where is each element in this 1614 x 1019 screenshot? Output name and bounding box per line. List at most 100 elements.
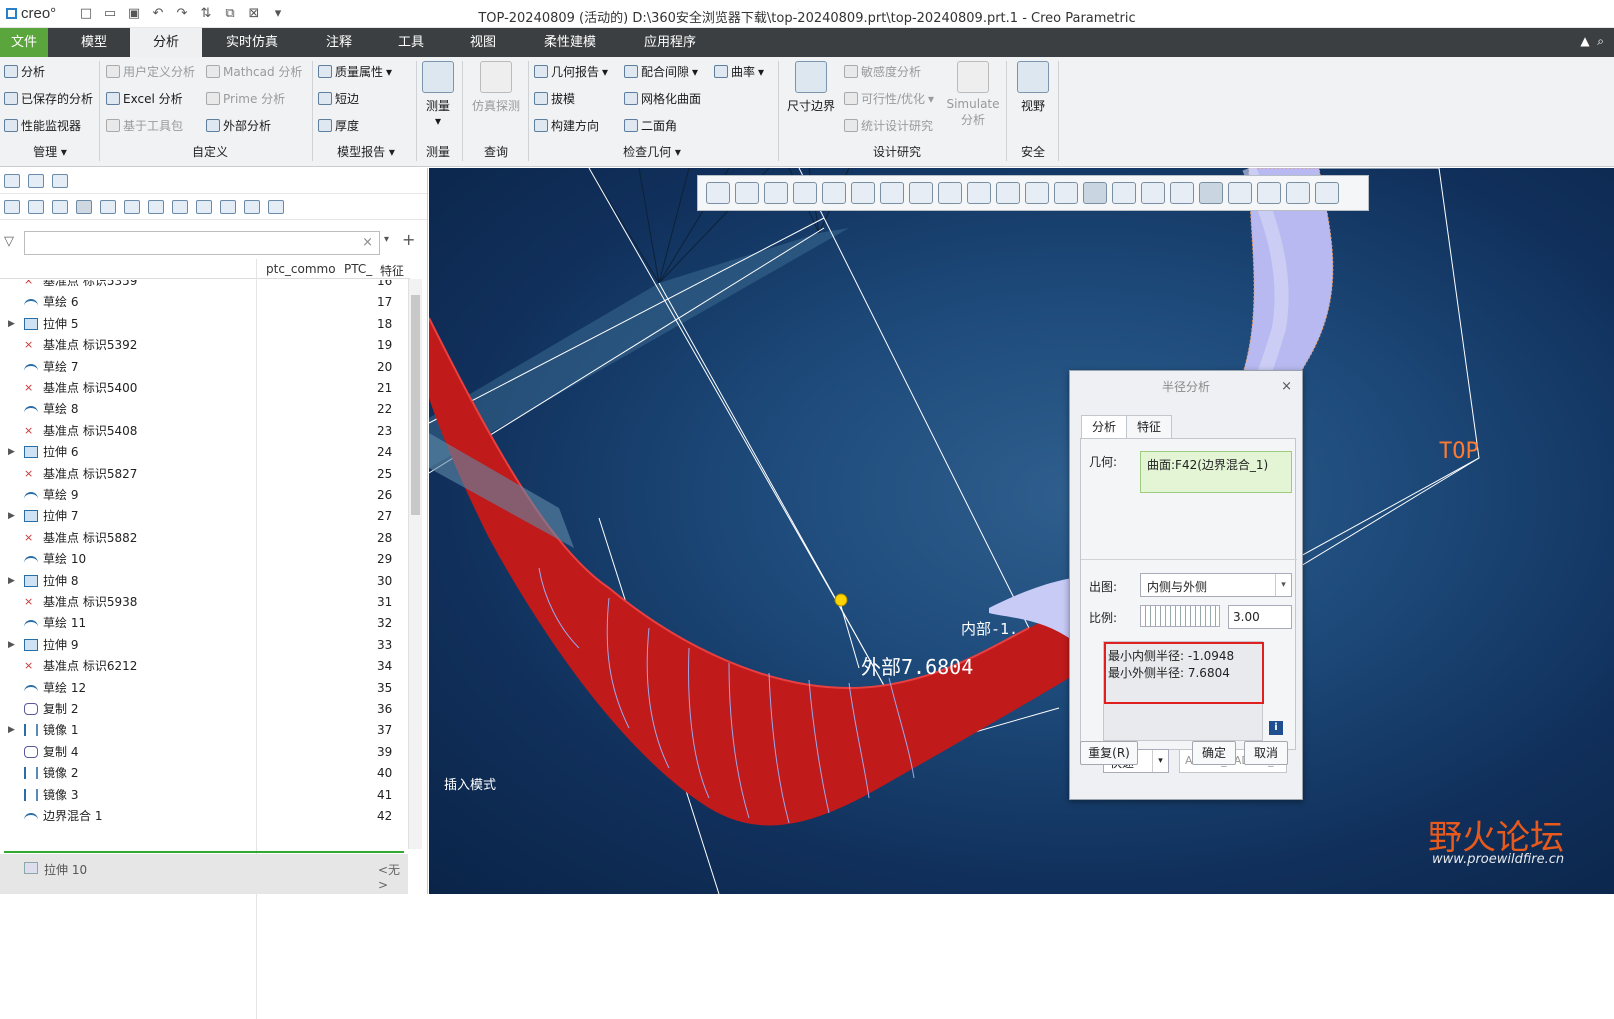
- datum-plane-icon[interactable]: [1083, 182, 1107, 204]
- tab-tools[interactable]: 工具: [376, 28, 446, 57]
- tree-row[interactable]: 草绘 10 29: [0, 548, 408, 570]
- feasibility-button[interactable]: 可行性/优化 ▾: [844, 90, 934, 107]
- tab-analysis[interactable]: 分析: [1081, 415, 1128, 439]
- datum-point-icon[interactable]: [1054, 182, 1078, 204]
- expand-icon[interactable]: ▶: [8, 719, 15, 741]
- zoom-out-icon[interactable]: [764, 182, 788, 204]
- display-style-icon[interactable]: [822, 182, 846, 204]
- tree-columns-icon[interactable]: [76, 199, 92, 214]
- tree-row[interactable]: ▶ 拉伸 5 18: [0, 313, 408, 335]
- tree-search-input[interactable]: ×: [24, 231, 380, 255]
- column-feature[interactable]: 特征: [380, 262, 404, 279]
- tree-list-icon[interactable]: [28, 199, 44, 214]
- tree-row[interactable]: 草绘 7 20: [0, 356, 408, 378]
- mesh-surface-button[interactable]: 网格化曲面: [624, 90, 701, 107]
- tree-row[interactable]: × 基准点 标识5938 31: [0, 591, 408, 613]
- thickness-button[interactable]: 厚度: [318, 117, 359, 134]
- detail-tree-icon[interactable]: [172, 199, 188, 214]
- layer-tree-icon[interactable]: [220, 199, 236, 214]
- expand-icon[interactable]: ▶: [8, 634, 15, 656]
- tab-view[interactable]: 视图: [448, 28, 518, 57]
- tree-row-suppressed[interactable]: 拉伸 10 <无>: [0, 854, 408, 894]
- info-icon[interactable]: i: [1269, 721, 1283, 735]
- expand-icon[interactable]: ▶: [8, 570, 15, 592]
- tree-row[interactable]: 镜像 3 41: [0, 784, 408, 806]
- expand-icon[interactable]: ▶: [8, 441, 15, 463]
- pause-icon[interactable]: [1286, 182, 1310, 204]
- add-column-icon[interactable]: +: [402, 230, 415, 249]
- tree-row[interactable]: ▶ 镜像 1 37: [0, 719, 408, 741]
- scrollbar-thumb[interactable]: [411, 295, 420, 515]
- ratio-slider[interactable]: [1140, 605, 1220, 627]
- appearance-icon[interactable]: [967, 182, 991, 204]
- tree-scrollbar[interactable]: [408, 279, 422, 849]
- performance-monitor-button[interactable]: 性能监视器: [4, 117, 81, 134]
- tree-row[interactable]: 草绘 9 26: [0, 484, 408, 506]
- group-inspect-label[interactable]: 检查几何 ▾: [610, 143, 694, 160]
- group-manage-label[interactable]: 管理 ▾: [20, 143, 80, 160]
- ribbon-controls[interactable]: ▲ ⌕: [1580, 34, 1604, 49]
- analysis-button[interactable]: 分析: [4, 63, 45, 80]
- curvature-button[interactable]: 曲率 ▾: [714, 63, 764, 80]
- tree-row[interactable]: × 基准点 标识5359 16: [0, 280, 408, 292]
- insert-here-marker[interactable]: [4, 851, 404, 853]
- tab-simulation[interactable]: 实时仿真: [208, 28, 296, 57]
- expand-icon[interactable]: ▶: [8, 505, 15, 527]
- annotation-display-icon[interactable]: [1199, 182, 1223, 204]
- tree-row[interactable]: 草绘 12 35: [0, 677, 408, 699]
- tab-feature[interactable]: 特征: [1126, 415, 1173, 439]
- tree-row[interactable]: × 基准点 标识5400 21: [0, 377, 408, 399]
- tab-file[interactable]: 文件: [0, 28, 48, 57]
- datum-axis-icon[interactable]: [1025, 182, 1049, 204]
- shade-icon[interactable]: [996, 182, 1020, 204]
- repaint-icon[interactable]: [793, 182, 817, 204]
- toolkit-button[interactable]: 基于工具包: [106, 117, 183, 134]
- saved-analysis-button[interactable]: 已保存的分析: [4, 90, 93, 107]
- tab-applications[interactable]: 应用程序: [624, 28, 716, 57]
- model-display-icon[interactable]: [1257, 182, 1281, 204]
- tree-row[interactable]: 镜像 2 40: [0, 762, 408, 784]
- clear-search-icon[interactable]: ×: [362, 235, 373, 250]
- tree-row[interactable]: × 基准点 标识5408 23: [0, 420, 408, 442]
- dimension-boundary-button[interactable]: 尺寸边界: [782, 61, 840, 114]
- prime-analysis-button[interactable]: Prime 分析: [206, 90, 285, 107]
- datum-axis-display-icon[interactable]: [1112, 182, 1136, 204]
- tab-model[interactable]: 模型: [58, 28, 130, 57]
- tab-analysis[interactable]: 分析: [130, 28, 202, 57]
- tree-row[interactable]: 草绘 11 32: [0, 612, 408, 634]
- excel-analysis-button[interactable]: Excel 分析: [106, 90, 183, 107]
- short-edge-button[interactable]: 短边: [318, 90, 359, 107]
- tree-row[interactable]: ▶ 拉伸 9 33: [0, 634, 408, 656]
- draft-button[interactable]: 拔模: [534, 90, 575, 107]
- saved-orientations-icon[interactable]: [851, 182, 875, 204]
- refit-icon[interactable]: [706, 182, 730, 204]
- tab-annotate[interactable]: 注释: [304, 28, 374, 57]
- tree-row[interactable]: 复制 4 39: [0, 741, 408, 763]
- point-display-icon[interactable]: [1141, 182, 1165, 204]
- tree-row[interactable]: 边界混合 1 42: [0, 805, 408, 827]
- build-direction-button[interactable]: 构建方向: [534, 117, 599, 134]
- dihedral-angle-button[interactable]: 二面角: [624, 117, 677, 134]
- tree-expand-icon[interactable]: [52, 199, 68, 214]
- favorites-tab-icon[interactable]: [52, 173, 68, 188]
- fit-clearance-button[interactable]: 配合间隙 ▾: [624, 63, 698, 80]
- part-icon[interactable]: [4, 199, 20, 214]
- tree-row[interactable]: ▶ 拉伸 7 27: [0, 505, 408, 527]
- search-dropdown-icon[interactable]: ▾: [384, 234, 389, 245]
- geometry-collector[interactable]: 曲面:F42(边界混合_1): [1140, 451, 1292, 493]
- csys-display-icon[interactable]: [1170, 182, 1194, 204]
- field-of-view-button[interactable]: 视野: [1012, 61, 1054, 114]
- repeat-button[interactable]: 重复(R): [1080, 741, 1138, 765]
- ratio-input[interactable]: 3.00: [1228, 605, 1292, 629]
- external-analysis-button[interactable]: 外部分析: [206, 117, 271, 134]
- view-manager-icon[interactable]: [880, 182, 904, 204]
- tree-row[interactable]: 复制 2 36: [0, 698, 408, 720]
- measure-button[interactable]: 测量 ▾: [420, 61, 456, 128]
- close-icon[interactable]: ×: [1281, 371, 1292, 403]
- column-ptc-common[interactable]: ptc_commo: [266, 262, 336, 276]
- tree-row[interactable]: × 基准点 标识6212 34: [0, 655, 408, 677]
- zoom-in-icon[interactable]: [735, 182, 759, 204]
- graphics-window[interactable]: TOP 内部-1. 外部7.6804 插入模式: [429, 168, 1614, 894]
- tree-row[interactable]: × 基准点 标识5882 28: [0, 527, 408, 549]
- structure-icon[interactable]: [244, 199, 260, 214]
